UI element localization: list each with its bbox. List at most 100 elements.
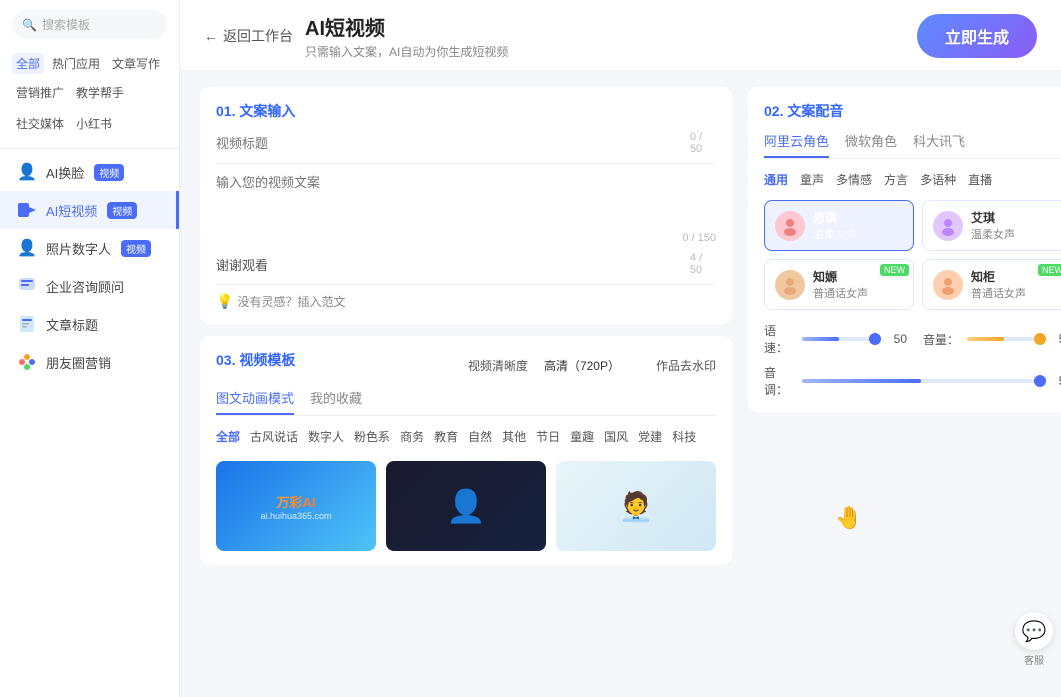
voice-card-aiqi[interactable]: 艾琪 温柔女声 — [922, 200, 1061, 251]
template-header: 03. 视频模板 视频清晰度 高清（720P） 作品去水印 — [216, 350, 716, 380]
photo-digital-label: 照片数字人 — [46, 239, 111, 258]
thumb-1-content: 万彩AI ai.huihua365.com — [260, 492, 331, 521]
pitch-label: 音调： — [764, 364, 794, 398]
zhigui-desc: 普通话女声 — [971, 285, 1061, 301]
title-char-count: 0 / 50 — [690, 131, 716, 155]
pitch-track[interactable] — [802, 379, 1040, 383]
filter-all[interactable]: 全部 — [216, 426, 240, 447]
article-title-icon — [16, 313, 38, 335]
voice-card-zhiyuan[interactable]: 知嫄 普通话女声 NEW — [764, 259, 914, 310]
volume-label: 音量： — [923, 331, 959, 348]
back-button[interactable]: ← 返回工作台 — [204, 26, 293, 46]
content-area: 01. 文案输入 0 / 50 0 / 150 4 / 50 — [180, 71, 1061, 697]
dtab-microsoft[interactable]: 微软角色 — [845, 131, 897, 158]
section-03-box: 03. 视频模板 视频清晰度 高清（720P） 作品去水印 图文动画模式 我的收… — [200, 336, 732, 565]
thumb-2-bg: 👤 — [386, 461, 546, 551]
thumb-1-bg: 万彩AI ai.huihua365.com — [216, 461, 376, 551]
ai-video-icon — [16, 199, 38, 221]
voice-card-zhigui[interactable]: 知柜 普通话女声 NEW — [922, 259, 1061, 310]
aiqi-avatar — [933, 211, 963, 241]
zhiyuan-desc: 普通话女声 — [813, 285, 903, 301]
dtab-iflytek[interactable]: 科大讯飞 — [913, 131, 965, 158]
tab-favorites[interactable]: 我的收藏 — [310, 388, 362, 415]
filter-party[interactable]: 党建 — [638, 426, 662, 447]
nav-tag-writing[interactable]: 文章写作 — [108, 53, 164, 74]
vf-general[interactable]: 通用 — [764, 171, 788, 188]
vf-dialect[interactable]: 方言 — [884, 171, 908, 188]
filter-festival[interactable]: 节日 — [536, 426, 560, 447]
biz-consult-icon — [16, 275, 38, 297]
filter-other[interactable]: 其他 — [502, 426, 526, 447]
filter-biz[interactable]: 商务 — [400, 426, 424, 447]
content-textarea[interactable] — [216, 172, 716, 222]
filter-cute[interactable]: 童趣 — [570, 426, 594, 447]
voice-card-enqi[interactable]: 恩琪 温柔女声 — [764, 200, 914, 251]
vf-emotion[interactable]: 多情感 — [836, 171, 872, 188]
aiqi-name: 艾琪 — [971, 209, 1061, 226]
thanks-char-count: 4 / 50 — [690, 252, 716, 276]
template-tabs: 图文动画模式 我的收藏 — [216, 388, 716, 416]
speed-track[interactable] — [802, 337, 875, 341]
generate-button[interactable]: 立即生成 — [917, 14, 1037, 58]
pitch-row: 音调： 50 — [764, 364, 1061, 398]
filter-guofeng[interactable]: 国风 — [604, 426, 628, 447]
filter-gufeng[interactable]: 古风说话 — [250, 426, 298, 447]
sidebar-item-social-marketing[interactable]: 朋友圈营销 — [0, 343, 179, 381]
nav-tag-xiaohongshu[interactable]: 小红书 — [72, 113, 116, 134]
filter-edu[interactable]: 教育 — [434, 426, 458, 447]
section-01-title: 01. 文案输入 — [216, 101, 716, 121]
sidebar-item-ai-face[interactable]: 👤 AI换脸 视频 — [0, 153, 179, 191]
sidebar-divider — [0, 148, 179, 149]
thumb-3-person: 🧑‍💼 — [619, 490, 654, 523]
sidebar-item-ai-video[interactable]: AI短视频 视频 — [0, 191, 179, 229]
social-marketing-icon — [16, 351, 38, 373]
sidebar-item-photo-digital[interactable]: 👤 照片数字人 视频 — [0, 229, 179, 267]
hint-text[interactable]: 没有灵感？插入范文 — [237, 293, 345, 310]
pitch-fill — [802, 379, 921, 383]
video-thumb-2[interactable]: 👤 — [386, 461, 546, 551]
vf-live[interactable]: 直播 — [968, 171, 992, 188]
tab-animation[interactable]: 图文动画模式 — [216, 388, 294, 415]
nav-tag-social[interactable]: 社交媒体 — [12, 113, 68, 134]
search-bar[interactable]: 🔍 搜索模板 — [12, 10, 167, 39]
page-title: AI短视频 — [305, 12, 905, 41]
vf-child[interactable]: 童声 — [800, 171, 824, 188]
sidebar-item-biz-consult[interactable]: 企业咨询顾问 — [0, 267, 179, 305]
enqi-name: 恩琪 — [813, 209, 903, 226]
nav-tag-all[interactable]: 全部 — [12, 53, 44, 74]
section-02-title: 02. 文案配音 — [764, 101, 1061, 121]
title-input[interactable] — [216, 136, 690, 151]
filter-nature[interactable]: 自然 — [468, 426, 492, 447]
nav-tag-marketing[interactable]: 营销推广 — [12, 82, 68, 103]
dtab-aliyun[interactable]: 阿里云角色 — [764, 131, 829, 158]
watermark-label: 作品去水印 — [656, 357, 716, 374]
thumb-1-url: ai.huihua365.com — [260, 511, 331, 521]
biz-consult-label: 企业咨询顾问 — [46, 277, 124, 296]
filter-tech[interactable]: 科技 — [672, 426, 696, 447]
customer-service-button[interactable]: 💬 客服 — [1015, 612, 1053, 667]
section-03-title: 03. 视频模板 — [216, 350, 295, 370]
thanks-input[interactable] — [216, 257, 690, 272]
nav-tag-teaching[interactable]: 教学帮手 — [72, 82, 128, 103]
volume-track[interactable] — [967, 337, 1040, 341]
quality-value[interactable]: 高清（720P） — [544, 357, 620, 374]
nav-tag-hot[interactable]: 热门应用 — [48, 53, 104, 74]
video-thumb-3[interactable]: 🧑‍💼 — [556, 461, 716, 551]
voice-cards: 恩琪 温柔女声 艾琪 温柔女声 — [764, 200, 1061, 310]
sidebar-item-article-title[interactable]: 文章标题 — [0, 305, 179, 343]
social-marketing-label: 朋友圈营销 — [46, 353, 111, 372]
zhigui-avatar — [933, 270, 963, 300]
filter-pink[interactable]: 粉色系 — [354, 426, 390, 447]
search-placeholder: 搜索模板 — [42, 16, 90, 33]
thumb-3-bg: 🧑‍💼 — [556, 461, 716, 551]
video-thumb-1[interactable]: 万彩AI ai.huihua365.com — [216, 461, 376, 551]
zhiyuan-avatar — [775, 270, 805, 300]
hint-row: 💡 没有灵感？插入范文 — [216, 293, 716, 310]
page-subtitle: 只需输入文案，AI自动为你生成短视频 — [305, 43, 905, 60]
speed-fill — [802, 337, 839, 341]
pitch-thumb — [1034, 375, 1046, 387]
speed-thumb — [869, 333, 881, 345]
vf-multilang[interactable]: 多语种 — [920, 171, 956, 188]
main-area: ← 返回工作台 AI短视频 只需输入文案，AI自动为你生成短视频 立即生成 01… — [180, 0, 1061, 697]
filter-digital[interactable]: 数字人 — [308, 426, 344, 447]
